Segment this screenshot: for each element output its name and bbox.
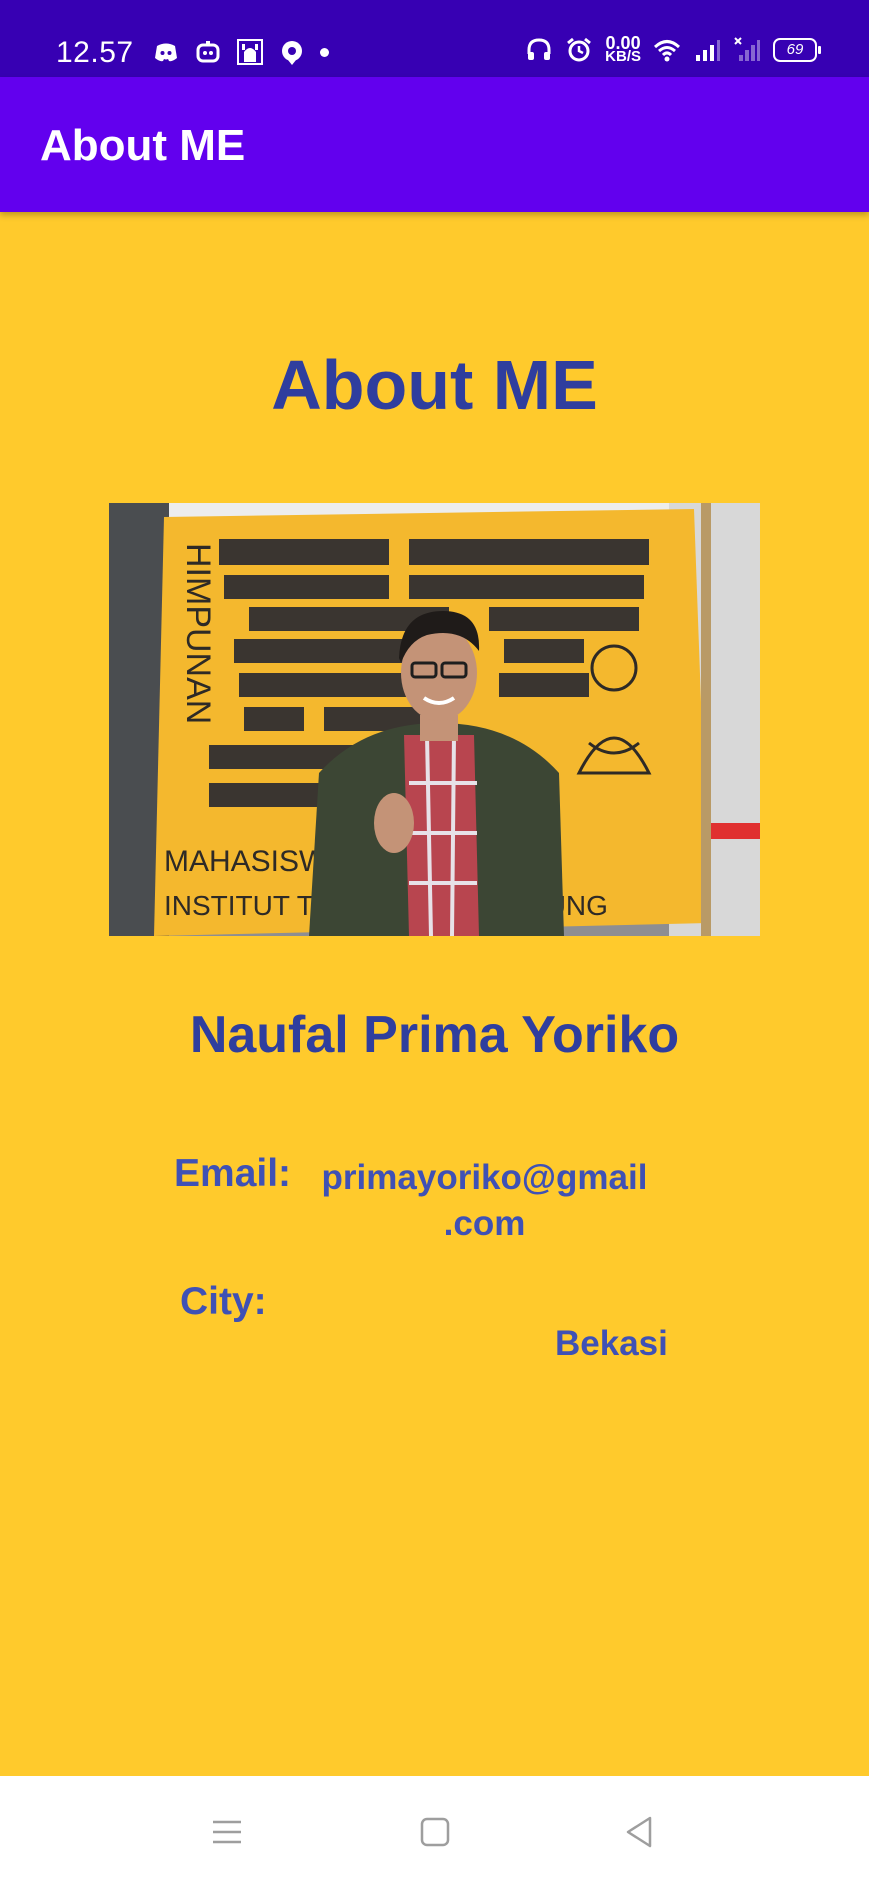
city-value: Bekasi <box>555 1324 668 1363</box>
profile-photo: HIMPUNAN MAHASISWA INFORMATIKA INSTITUT … <box>109 503 760 936</box>
location-pin-icon <box>278 38 306 66</box>
back-icon[interactable] <box>622 1814 658 1850</box>
status-notification-icons <box>152 38 329 66</box>
navigation-bar <box>0 1776 869 1883</box>
dot-icon <box>320 47 329 57</box>
app-bar-title: About ME <box>40 121 246 170</box>
battery-indicator: 69 <box>773 38 821 62</box>
email-label: Email: <box>174 1152 292 1195</box>
status-time: 12.57 <box>56 36 134 69</box>
home-icon[interactable] <box>417 1814 453 1850</box>
headset-icon <box>525 36 553 64</box>
menu-icon[interactable] <box>209 1814 245 1850</box>
signal-no-service-icon <box>733 36 761 64</box>
profile-name: Naufal Prima Yoriko <box>189 1006 680 1064</box>
banner-text-left: HIMPUNAN <box>179 543 217 724</box>
app-bar: About ME <box>0 77 869 212</box>
prayer-icon <box>236 38 264 66</box>
alarm-icon <box>565 36 593 64</box>
city-label: City: <box>180 1280 267 1323</box>
network-speed-unit: KB/S <box>605 48 641 65</box>
network-speed: 0.00 KB/S <box>605 34 641 65</box>
page-heading: About ME <box>271 346 598 424</box>
bot-icon <box>194 38 222 66</box>
wifi-icon <box>653 36 681 64</box>
signal-icon <box>693 36 721 64</box>
status-system-icons: 0.00 KB/S 69 <box>525 34 821 65</box>
status-bar: 12.57 0.00 KB/S 69 <box>0 0 869 77</box>
discord-icon <box>152 38 180 66</box>
email-value: primayoriko@gmail .com <box>321 1158 648 1243</box>
